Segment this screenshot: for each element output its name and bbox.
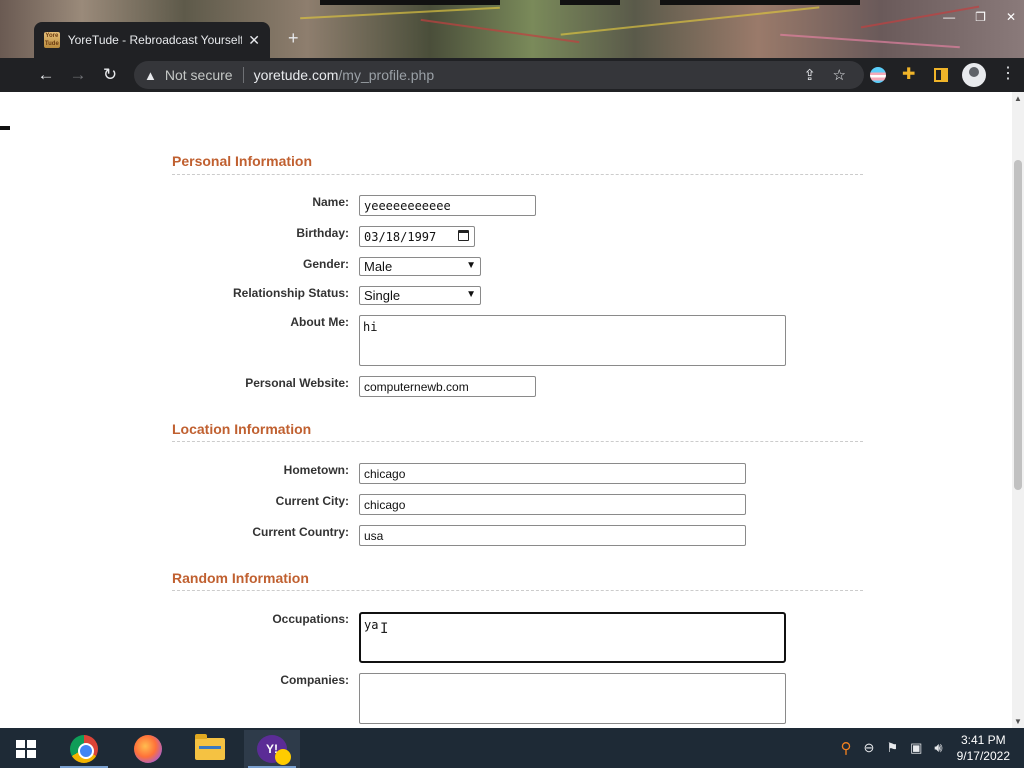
section-divider xyxy=(172,174,863,175)
text-cursor-icon: I xyxy=(380,621,389,637)
chevron-down-icon: ▼ xyxy=(466,260,476,271)
kebab-menu-icon[interactable]: ⋮ xyxy=(1000,63,1018,82)
page-viewport: Personal Information Name: yeeeeeeeeeee … xyxy=(24,92,1012,728)
side-panel-icon[interactable] xyxy=(934,68,948,82)
section-location-title: Location Information xyxy=(172,421,312,437)
occupations-textarea[interactable]: ya I xyxy=(359,612,786,663)
trans-flag-extension-icon[interactable] xyxy=(870,67,886,83)
birthday-date-input[interactable]: 03/18/1997 xyxy=(359,226,475,247)
browser-title-bar: Yore Tude YoreTude - Rebroadcast Yoursel… xyxy=(0,0,1024,58)
reload-icon[interactable]: ↻ xyxy=(94,65,126,85)
taskbar-firefox[interactable] xyxy=(120,730,176,768)
clock-time: 3:41 PM xyxy=(960,733,1006,747)
close-window-icon[interactable]: ✕ xyxy=(1006,10,1016,24)
windows-start-icon[interactable] xyxy=(16,740,36,758)
about-label: About Me: xyxy=(290,315,349,329)
theme-decoration xyxy=(660,0,860,5)
bookmark-star-icon[interactable]: ☆ xyxy=(833,66,846,84)
tab-title: YoreTude - Rebroadcast Yourself. xyxy=(67,33,243,47)
gender-select[interactable]: Male ▼ xyxy=(359,257,481,276)
theme-decoration xyxy=(780,33,960,49)
website-label: Personal Website: xyxy=(245,376,349,390)
forward-arrow-icon[interactable]: → xyxy=(62,65,94,85)
city-label: Current City: xyxy=(275,494,349,508)
theme-decoration xyxy=(420,18,580,44)
warning-triangle-icon[interactable]: ▲ xyxy=(144,68,157,83)
theme-decoration xyxy=(300,6,500,20)
volume-icon[interactable]: 🔊︎ xyxy=(934,740,942,756)
security-label: Not secure xyxy=(164,67,233,83)
network-icon[interactable]: ▣ xyxy=(910,740,922,756)
new-tab-icon[interactable]: + xyxy=(288,28,299,49)
address-bar[interactable]: ▲ Not secure yoretude.com/my_profile.php… xyxy=(134,61,864,89)
scrollbar-thumb[interactable] xyxy=(1014,160,1022,490)
occupations-value: ya xyxy=(364,618,379,632)
extensions-puzzle-icon[interactable]: ✚ xyxy=(902,64,920,83)
taskbar-chrome[interactable] xyxy=(56,730,112,768)
section-divider xyxy=(172,590,863,591)
section-divider xyxy=(172,441,863,442)
url-host: yoretude.com xyxy=(253,67,339,83)
desktop-edge xyxy=(0,92,24,728)
country-label: Current Country: xyxy=(252,525,349,539)
section-personal-title: Personal Information xyxy=(172,153,313,169)
gender-selected-value: Male xyxy=(364,259,393,274)
yahoo-messenger-icon: Y! xyxy=(257,735,291,765)
page-scrollbar[interactable]: ▲ ▼ xyxy=(1012,92,1024,728)
clock-date: 9/17/2022 xyxy=(956,749,1010,763)
companies-label: Companies: xyxy=(280,673,349,687)
tab-yoretude[interactable]: Yore Tude YoreTude - Rebroadcast Yoursel… xyxy=(34,22,270,58)
yoretude-favicon-icon: Yore Tude xyxy=(44,32,60,48)
gender-label: Gender: xyxy=(302,257,349,271)
birthday-label: Birthday: xyxy=(296,226,349,240)
chevron-down-icon: ▼ xyxy=(466,289,476,300)
current-country-input[interactable]: usa xyxy=(359,525,746,546)
companies-textarea[interactable] xyxy=(359,673,786,724)
name-input[interactable]: yeeeeeeeeeee xyxy=(359,195,536,216)
hometown-input[interactable]: chicago xyxy=(359,463,746,484)
browser-toolbar: ← → ↻ ▲ Not secure yoretude.com/my_profi… xyxy=(0,58,1024,92)
hometown-label: Hometown: xyxy=(283,463,349,477)
action-flag-icon[interactable]: ⚑ xyxy=(886,740,898,756)
section-random-title: Random Information xyxy=(172,570,309,586)
about-me-textarea[interactable]: hi xyxy=(359,315,786,366)
tab-close-icon[interactable]: ✕ xyxy=(248,32,260,49)
back-arrow-icon[interactable]: ← xyxy=(30,65,62,85)
theme-decoration xyxy=(320,0,500,5)
occupations-label: Occupations: xyxy=(272,612,349,626)
url-path: /my_profile.php xyxy=(338,67,435,83)
taskbar-clock[interactable]: 3:41 PM 9/17/2022 xyxy=(957,732,1010,764)
firefox-icon xyxy=(134,735,162,763)
search-icon[interactable]: ⚲ xyxy=(841,739,852,757)
maximize-icon[interactable]: ❐ xyxy=(975,10,986,24)
scroll-down-icon[interactable]: ▼ xyxy=(1014,717,1022,726)
share-icon[interactable]: ⇪ xyxy=(803,66,816,84)
minimize-icon[interactable]: — xyxy=(943,10,955,24)
taskbar-yahoo-messenger[interactable]: Y! xyxy=(244,730,300,768)
current-city-input[interactable]: chicago xyxy=(359,494,746,515)
profile-avatar-icon[interactable] xyxy=(962,63,986,87)
omnibox-divider xyxy=(242,67,244,83)
windows-taskbar: Y! ⚲ ⊖ ⚑ ▣ 🔊︎ 3:41 PM 9/17/2022 xyxy=(0,728,1024,768)
taskbar-file-explorer[interactable] xyxy=(182,730,238,768)
name-label: Name: xyxy=(312,195,349,209)
desktop-edge-mark xyxy=(0,126,10,130)
theme-decoration xyxy=(560,6,820,36)
scroll-up-icon[interactable]: ▲ xyxy=(1014,94,1022,103)
chrome-icon xyxy=(70,735,98,763)
relationship-label: Relationship Status: xyxy=(232,286,349,300)
birthday-value: 03/18/1997 xyxy=(364,230,437,244)
window-controls: — ❐ ✕ xyxy=(943,10,1016,24)
relationship-select[interactable]: Single ▼ xyxy=(359,286,481,305)
notification-minus-icon[interactable]: ⊖ xyxy=(864,740,875,756)
calendar-icon[interactable] xyxy=(458,230,469,241)
theme-decoration xyxy=(560,0,620,5)
folder-icon xyxy=(195,734,225,760)
system-tray: ⚲ ⊖ ⚑ ▣ 🔊︎ 3:41 PM 9/17/2022 xyxy=(835,728,1024,768)
website-input[interactable]: computernewb.com xyxy=(359,376,536,397)
relationship-selected-value: Single xyxy=(364,288,401,303)
